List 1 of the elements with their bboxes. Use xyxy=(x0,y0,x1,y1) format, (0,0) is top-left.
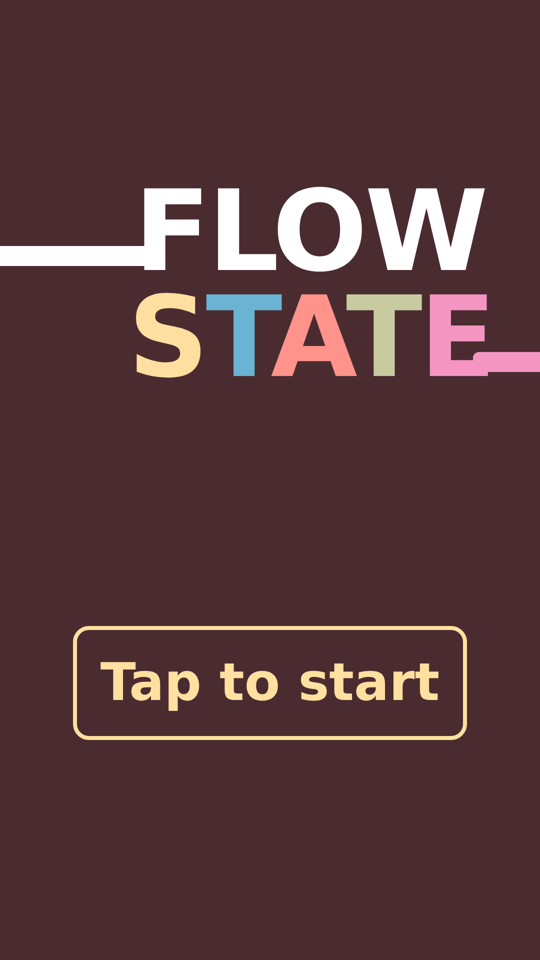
start-button[interactable]: Tap to start xyxy=(73,626,467,740)
